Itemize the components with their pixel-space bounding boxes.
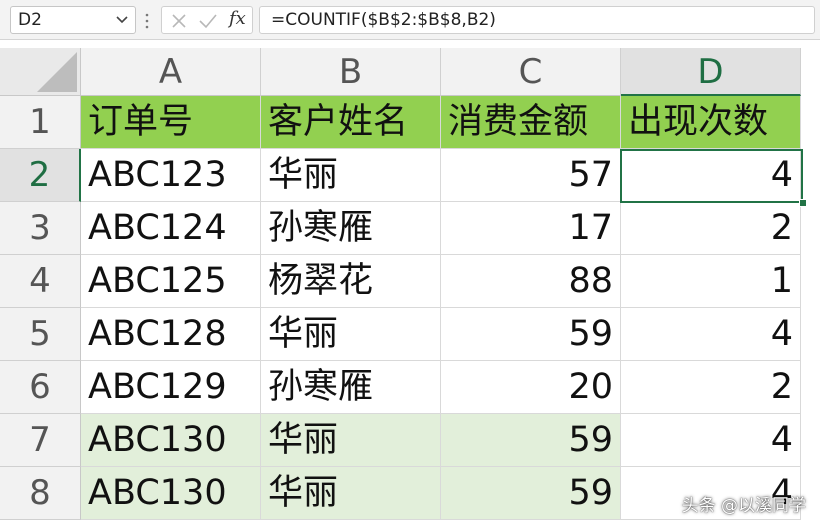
cell-a6[interactable]: ABC129 xyxy=(81,361,261,414)
formula-bar: D2 fx =COUNTIF($B$2:$B$8,B2) xyxy=(0,0,820,40)
cell-b6[interactable]: 孙寒雁 xyxy=(261,361,441,414)
insert-function-icon[interactable]: fx xyxy=(229,8,246,29)
cell-a3[interactable]: ABC124 xyxy=(81,202,261,255)
cell-a2[interactable]: ABC123 xyxy=(81,149,261,202)
cell-c2[interactable]: 57 xyxy=(441,149,621,202)
column-header-b[interactable]: B xyxy=(261,48,441,96)
spreadsheet-grid: A B C D 1 2 3 4 5 6 7 8 订单号 客户姓名 消费金额 出现… xyxy=(0,40,820,528)
cell-d1[interactable]: 出现次数 xyxy=(621,96,801,149)
formula-text: =COUNTIF($B$2:$B$8,B2) xyxy=(271,10,496,30)
check-icon[interactable] xyxy=(198,12,218,30)
select-all-triangle-icon xyxy=(37,52,77,92)
cell-b1[interactable]: 客户姓名 xyxy=(261,96,441,149)
cell-c8[interactable]: 59 xyxy=(441,467,621,520)
row-header-3[interactable]: 3 xyxy=(0,202,81,255)
cell-a4[interactable]: ABC125 xyxy=(81,255,261,308)
cell-b4[interactable]: 杨翠花 xyxy=(261,255,441,308)
cell-b3[interactable]: 孙寒雁 xyxy=(261,202,441,255)
row-header-6[interactable]: 6 xyxy=(0,361,81,414)
cell-b2[interactable]: 华丽 xyxy=(261,149,441,202)
row-header-1[interactable]: 1 xyxy=(0,96,81,149)
cell-c3[interactable]: 17 xyxy=(441,202,621,255)
watermark: 头条 @以溪同学 xyxy=(681,496,806,516)
select-all-corner[interactable] xyxy=(0,48,81,96)
cell-d5[interactable]: 4 xyxy=(621,308,801,361)
row-header-7[interactable]: 7 xyxy=(0,414,81,467)
name-box[interactable]: D2 xyxy=(10,6,136,34)
cell-d6[interactable]: 2 xyxy=(621,361,801,414)
formula-input[interactable]: =COUNTIF($B$2:$B$8,B2) xyxy=(259,6,815,34)
column-header-a[interactable]: A xyxy=(81,48,261,96)
cell-d3[interactable]: 2 xyxy=(621,202,801,255)
cell-a8[interactable]: ABC130 xyxy=(81,467,261,520)
cell-a1[interactable]: 订单号 xyxy=(81,96,261,149)
row-header-8[interactable]: 8 xyxy=(0,467,81,520)
chevron-down-icon[interactable] xyxy=(115,11,129,29)
cell-d4[interactable]: 1 xyxy=(621,255,801,308)
cell-c5[interactable]: 59 xyxy=(441,308,621,361)
cell-a7[interactable]: ABC130 xyxy=(81,414,261,467)
name-box-value: D2 xyxy=(18,10,42,30)
row-header-2[interactable]: 2 xyxy=(0,149,81,202)
cancel-icon[interactable] xyxy=(170,12,188,30)
cell-b7[interactable]: 华丽 xyxy=(261,414,441,467)
cell-b8[interactable]: 华丽 xyxy=(261,467,441,520)
cell-b5[interactable]: 华丽 xyxy=(261,308,441,361)
cell-d2[interactable]: 4 xyxy=(621,149,801,202)
cell-a5[interactable]: ABC128 xyxy=(81,308,261,361)
column-header-d[interactable]: D xyxy=(621,48,801,96)
cell-c6[interactable]: 20 xyxy=(441,361,621,414)
column-header-c[interactable]: C xyxy=(441,48,621,96)
cell-c1[interactable]: 消费金额 xyxy=(441,96,621,149)
cell-c7[interactable]: 59 xyxy=(441,414,621,467)
row-header-4[interactable]: 4 xyxy=(0,255,81,308)
row-header-5[interactable]: 5 xyxy=(0,308,81,361)
drag-handle-icon[interactable] xyxy=(145,12,149,30)
cell-d7[interactable]: 4 xyxy=(621,414,801,467)
formula-buttons: fx xyxy=(161,6,253,34)
cell-c4[interactable]: 88 xyxy=(441,255,621,308)
fill-handle[interactable] xyxy=(799,199,807,207)
